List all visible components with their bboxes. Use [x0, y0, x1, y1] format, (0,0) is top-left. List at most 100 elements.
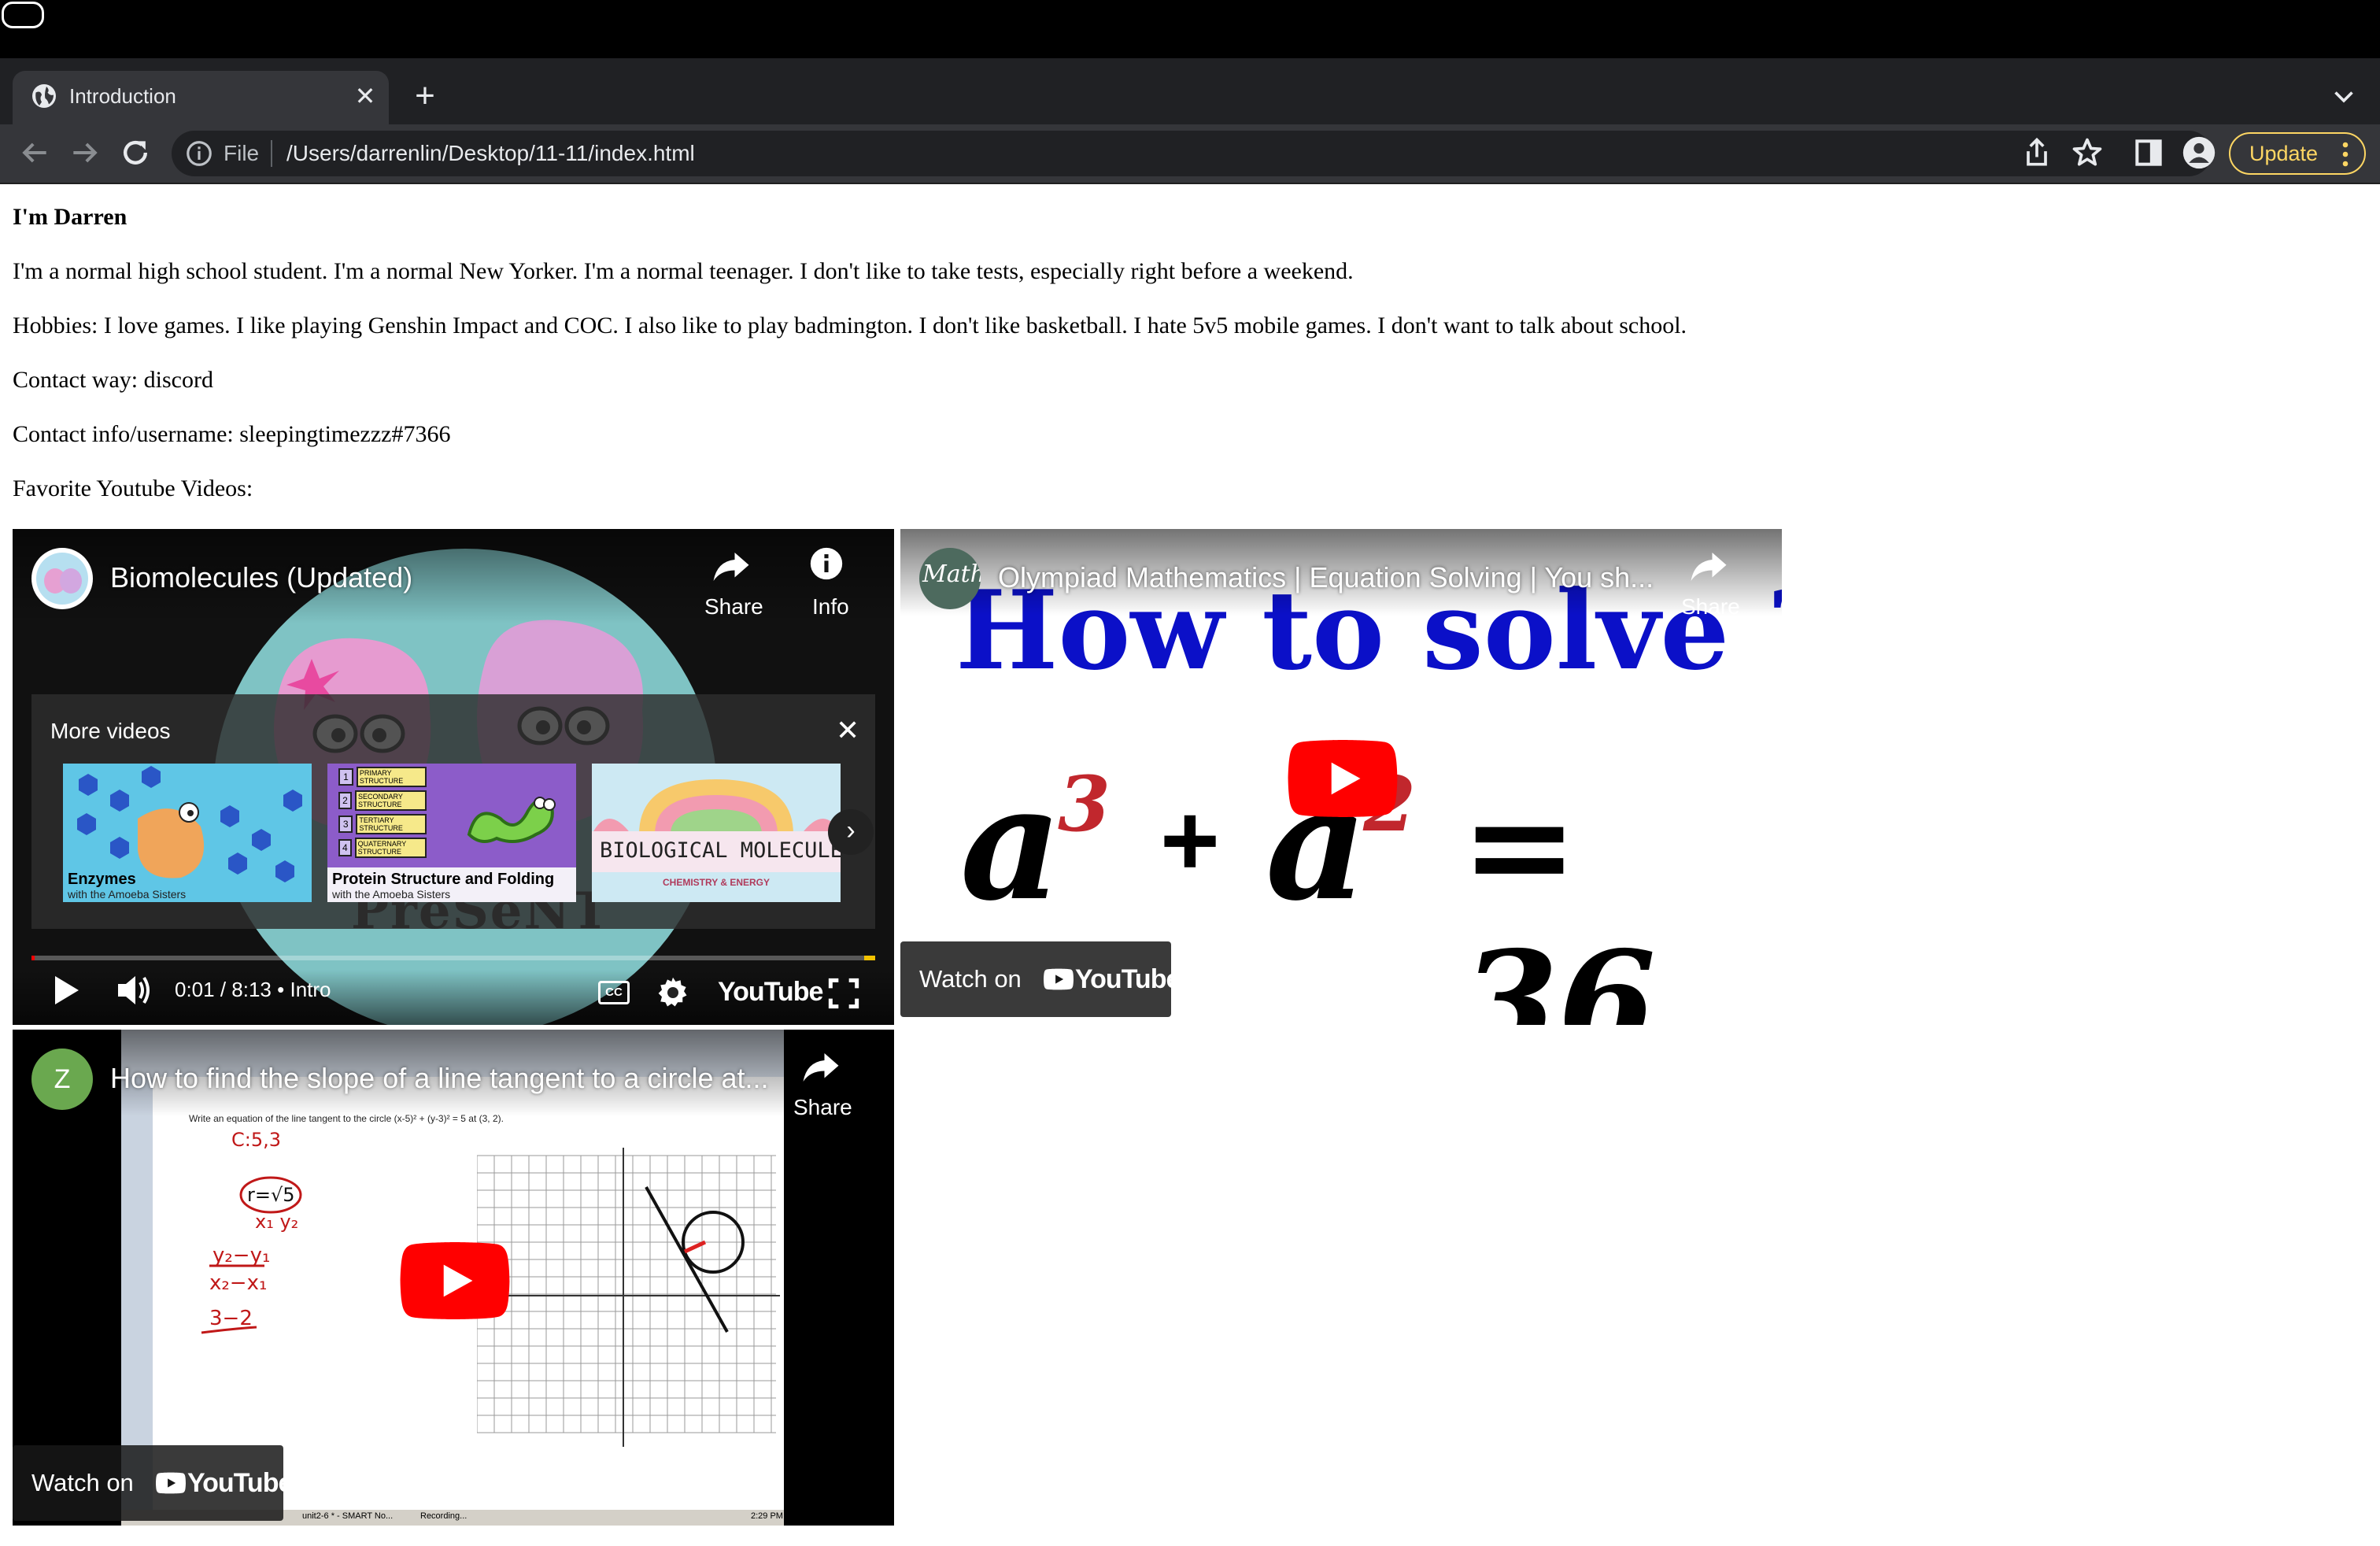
- info-label[interactable]: Info: [812, 594, 849, 620]
- fullscreen-icon[interactable]: [828, 978, 859, 1009]
- more-videos-title: More videos: [50, 719, 171, 743]
- watch-on-youtube-button[interactable]: Watch on YouTube: [900, 941, 1181, 1017]
- structure-levels-list: 1 PRIMARY STRUCTURE 2 SECONDARY STRUCTUR…: [338, 767, 427, 858]
- youtube-play-button-icon[interactable]: [1288, 740, 1398, 817]
- youtube-logo-icon: [156, 1472, 186, 1494]
- watch-on-youtube-button[interactable]: Watch on YouTube: [13, 1445, 293, 1521]
- video-embed-olympiad-math[interactable]: How to solve ? Math Olympiad Mathematics…: [900, 529, 1782, 1025]
- youtube-play-button-icon[interactable]: [400, 1242, 510, 1319]
- suggested-video-subcaption: with the Amoeba Sisters: [332, 888, 451, 901]
- protein-art: [467, 797, 556, 843]
- tab-title: Introduction: [69, 84, 176, 108]
- more-menu-icon[interactable]: [2338, 140, 2353, 168]
- next-suggestions-icon[interactable]: ›: [828, 809, 874, 855]
- handwritten-notes: C:5,3 r=√5 x₁ y₂ y₂−y₁ x₂−x₁ 3−2: [201, 1129, 302, 1334]
- progress-marker: [864, 956, 875, 960]
- update-label: Update: [2249, 142, 2319, 165]
- play-icon[interactable]: [52, 975, 80, 1006]
- reload-icon[interactable]: [118, 135, 153, 170]
- suggested-video-subcaption: with the Amoeba Sisters: [68, 888, 187, 901]
- structure-level-item: 4 QUATERNARY STRUCTURE: [338, 838, 427, 858]
- chapter-separator: •: [277, 978, 285, 1001]
- hobbies-paragraph: Hobbies: I love games. I like playing Ge…: [13, 313, 1687, 338]
- taskbar-clock: 2:29 PM: [751, 1511, 783, 1521]
- suggested-video-enzymes[interactable]: Enzymes with the Amoeba Sisters: [63, 764, 312, 902]
- structure-level-item: 3 TERTIARY STRUCTURE: [338, 814, 427, 834]
- globe-icon: [32, 84, 56, 108]
- chapter-label[interactable]: Intro: [290, 978, 331, 1001]
- close-icon[interactable]: ✕: [836, 715, 859, 746]
- forward-icon[interactable]: [68, 135, 102, 170]
- video-embed-biomolecules[interactable]: PreSeNT Biomolecules (Updated) Share Inf…: [13, 529, 894, 1025]
- captions-icon[interactable]: CC: [598, 981, 630, 1004]
- structure-level-number: 2: [338, 792, 353, 809]
- back-icon[interactable]: [17, 135, 52, 170]
- suggested-video-biological-molecules[interactable]: BIOLOGICAL MOLECULES CHEMISTRY & ENERGY: [592, 764, 841, 902]
- taskbar-item[interactable]: unit2-6 * - SMART No...: [302, 1511, 393, 1521]
- progress-bar[interactable]: [31, 956, 875, 960]
- info-icon[interactable]: [809, 546, 844, 581]
- structure-level-number: 3: [338, 816, 353, 833]
- handwriting-line: r=√5: [247, 1184, 295, 1206]
- handwriting-line: x₂−x₁: [209, 1271, 267, 1295]
- url-scheme-label: File: [224, 141, 260, 165]
- taskbar-item[interactable]: Recording...: [420, 1511, 467, 1521]
- coordinate-grid: [477, 1148, 780, 1447]
- side-panel-icon[interactable]: [2131, 135, 2166, 170]
- info-icon[interactable]: [184, 139, 214, 168]
- structure-level-label: QUATERNARY STRUCTURE: [354, 838, 427, 858]
- channel-avatar-text: Math: [922, 560, 981, 588]
- channel-avatar[interactable]: Z: [31, 1049, 93, 1110]
- chevron-down-icon[interactable]: [2330, 82, 2358, 110]
- volume-icon[interactable]: [115, 973, 153, 1008]
- share-label[interactable]: Share: [704, 594, 763, 620]
- video-title[interactable]: Olympiad Mathematics | Equation Solving …: [998, 560, 1654, 595]
- watch-on-label: Watch on: [919, 965, 1022, 993]
- url-text[interactable]: /Users/darrenlin/Desktop/11-11/index.htm…: [286, 139, 695, 168]
- suggested-video-caption: Enzymes: [68, 871, 136, 888]
- share-arrow-icon[interactable]: [710, 548, 752, 586]
- time-display: 0:01 / 8:13 • Intro: [175, 976, 331, 1003]
- new-tab-icon[interactable]: +: [406, 77, 444, 115]
- share-label[interactable]: Share: [793, 1094, 852, 1121]
- profile-icon[interactable]: [2182, 135, 2216, 170]
- youtube-wordmark: YouTube: [187, 1468, 293, 1498]
- suggested-video-subcaption: CHEMISTRY & ENERGY: [662, 877, 771, 888]
- structure-level-number: 4: [338, 839, 352, 856]
- settings-gear-icon[interactable]: [656, 976, 689, 1009]
- video-title[interactable]: Biomolecules (Updated): [110, 560, 412, 595]
- structure-level-label: SECONDARY STRUCTURE: [355, 790, 427, 811]
- channel-avatar[interactable]: [31, 548, 93, 609]
- system-menu-bar: [0, 0, 2380, 58]
- youtube-logo[interactable]: YouTube: [718, 976, 823, 1008]
- url-separator: [271, 140, 272, 167]
- page-heading: I'm Darren: [13, 204, 128, 230]
- handwriting-line: y₂−y₁: [213, 1244, 270, 1267]
- youtube-logo-icon: [1044, 968, 1074, 990]
- equation-term-a: a: [960, 751, 1062, 936]
- share-icon[interactable]: [2020, 135, 2054, 170]
- favorite-videos-paragraph: Favorite Youtube Videos:: [13, 475, 253, 501]
- share-arrow-icon[interactable]: [800, 1049, 842, 1086]
- suggested-video-protein-structure[interactable]: 1 PRIMARY STRUCTURE 2 SECONDARY STRUCTUR…: [327, 764, 576, 902]
- intro-paragraph: I'm a normal high school student. I'm a …: [13, 258, 1354, 284]
- share-label[interactable]: Share: [1681, 594, 1740, 620]
- equation-rhs: = 36: [1461, 763, 1656, 1026]
- watch-on-label: Watch on: [31, 1469, 134, 1496]
- suggested-video-caption: BIOLOGICAL MOLECULES: [600, 838, 841, 863]
- structure-level-label: PRIMARY STRUCTURE: [356, 767, 427, 787]
- share-arrow-icon[interactable]: [1687, 548, 1730, 586]
- youtube-wordmark: YouTube: [1075, 964, 1181, 994]
- close-tab-icon[interactable]: ✕: [351, 82, 379, 110]
- handwriting-line: 3−2: [209, 1307, 253, 1330]
- contact-way-paragraph: Contact way: discord: [13, 367, 213, 393]
- video-embed-tangent-slope[interactable]: unit2-6 * - SMART No... Recording... 2:2…: [13, 1030, 894, 1526]
- handwriting-line: x₁ y₂: [255, 1211, 298, 1233]
- video-title[interactable]: How to find the slope of a line tangent …: [110, 1061, 769, 1096]
- window-indicator: [2, 2, 44, 28]
- contact-info-paragraph: Contact info/username: sleepingtimezzz#7…: [13, 421, 451, 447]
- channel-avatar[interactable]: Math: [919, 548, 981, 609]
- bookmark-star-icon[interactable]: [2070, 135, 2105, 170]
- handwriting-line: C:5,3: [231, 1129, 281, 1151]
- time-text: 0:01 / 8:13: [175, 978, 272, 1001]
